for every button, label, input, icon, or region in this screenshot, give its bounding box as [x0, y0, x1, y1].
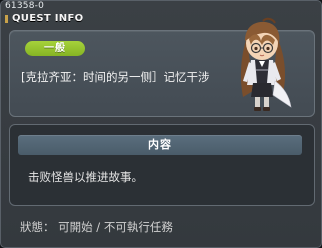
npc-character-portrait: [240, 17, 292, 111]
quest-name: [克拉齐亚：时间的另一侧］记忆干涉: [21, 70, 210, 84]
quest-description: 击败怪兽以推进故事。: [28, 170, 143, 184]
window-title-bar[interactable]: QUEST INFO: [3, 12, 87, 25]
title-accent-icon: [5, 15, 8, 23]
quest-info-window: 61358-0 QUEST INFO 一般 [克拉齐亚：时间的另一侧］记忆干涉: [0, 0, 322, 248]
quest-category-badge: 一般: [25, 41, 85, 56]
quest-id-label: 61358-0: [5, 1, 45, 11]
content-section-header: 内容: [18, 135, 302, 155]
window-title: QUEST INFO: [12, 13, 84, 24]
quest-status-text: 狀態： 可開始 / 不可執行任務: [20, 220, 173, 234]
quest-content-panel: 内容 击败怪兽以推进故事。: [9, 124, 315, 206]
